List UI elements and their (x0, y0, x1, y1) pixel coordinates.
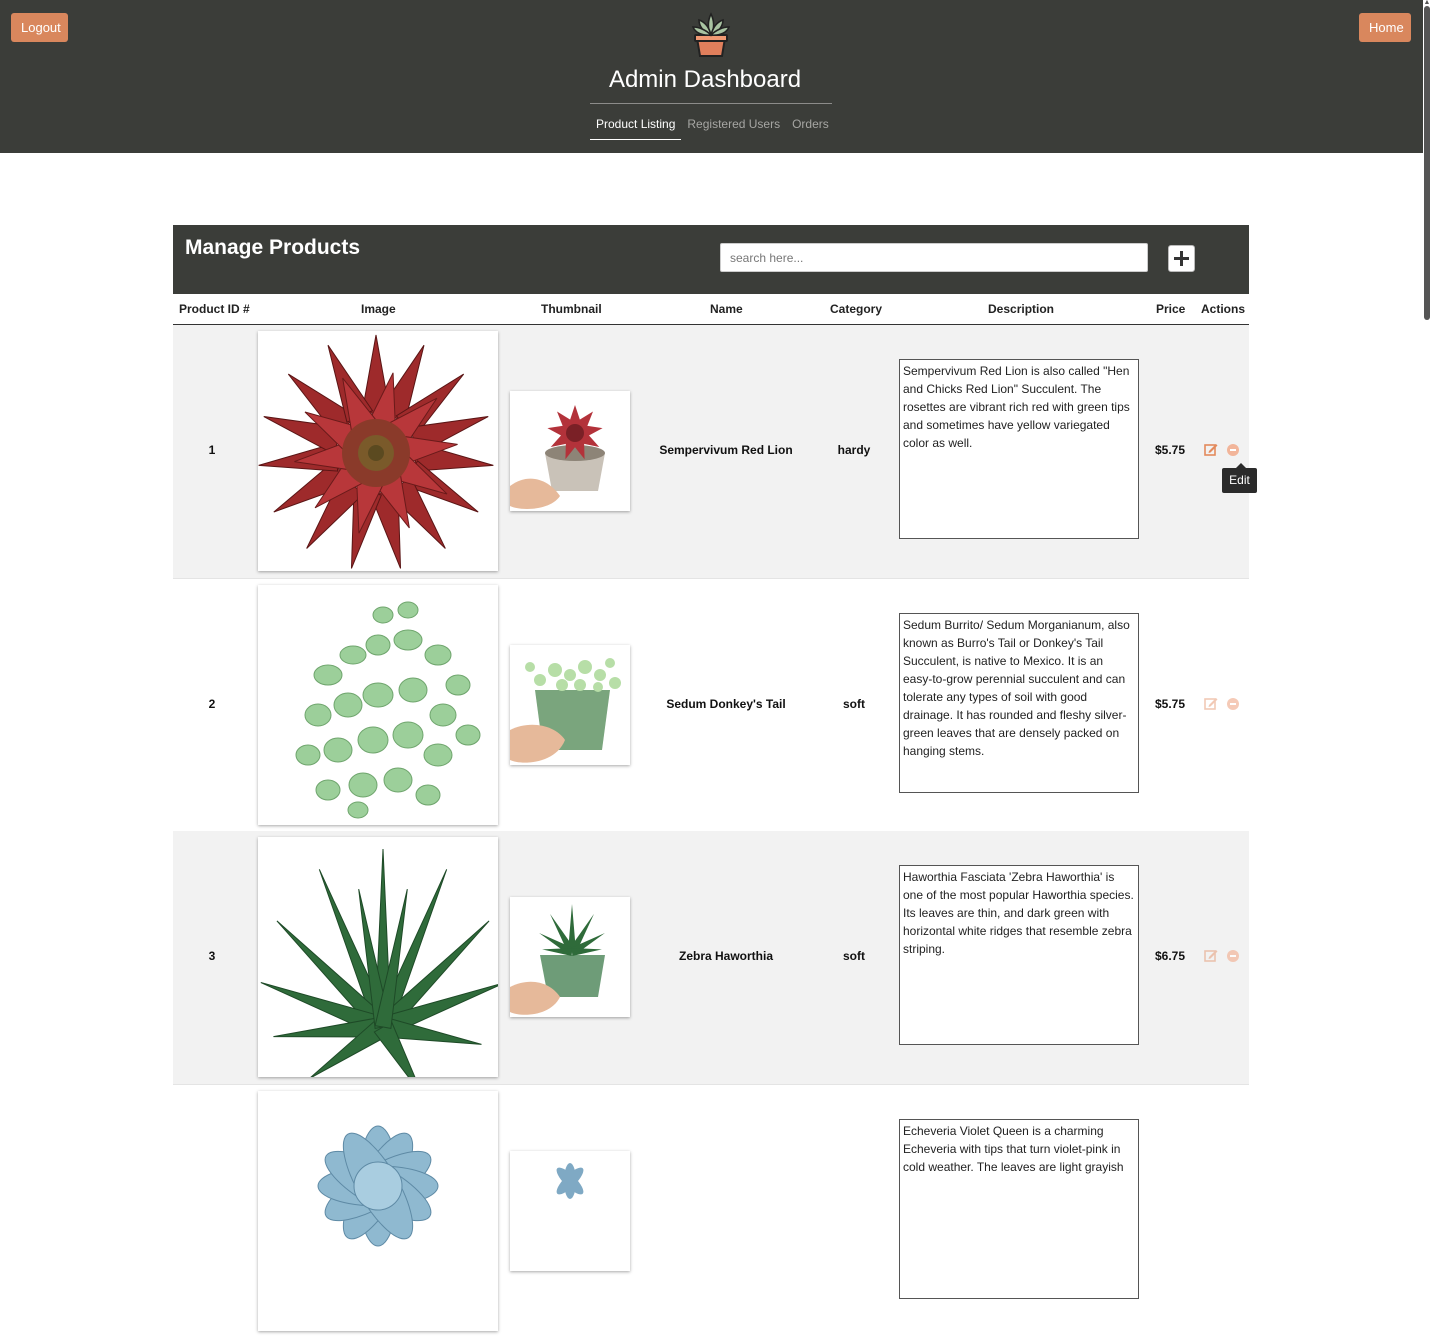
tab-orders[interactable]: Orders (786, 112, 835, 140)
green-sedum-thumbnail (510, 658, 621, 763)
col-header-image[interactable]: Image (361, 294, 396, 324)
tab-product-listing[interactable]: Product Listing (590, 112, 682, 140)
col-header-category[interactable]: Category (830, 294, 882, 324)
logout-button[interactable]: Logout (11, 13, 68, 42)
table-row: 1 Sempervivum Red Lion hardy Sempervivum… (173, 325, 1249, 578)
red-succulent-thumbnail (510, 405, 605, 509)
edit-icon[interactable] (1204, 948, 1218, 962)
manage-products-panel: Manage Products Product ID # Image Thumb… (173, 225, 1249, 1337)
home-button[interactable]: Home (1359, 13, 1411, 42)
admin-nav: Product Listing Registered Users Orders (590, 112, 835, 140)
product-thumbnail[interactable] (510, 645, 630, 765)
product-category: soft (843, 697, 865, 711)
edit-icon[interactable] (1204, 696, 1218, 710)
blue-echeveria-thumbnail (556, 1163, 584, 1199)
table-header: Product ID # Image Thumbnail Name Catego… (173, 294, 1249, 325)
product-thumbnail[interactable] (510, 1151, 630, 1271)
product-description-field[interactable]: Sedum Burrito/ Sedum Morganianum, also k… (899, 613, 1139, 793)
table-row: 2 Sedum Donkey's Tail soft Sedum Burrito… (173, 578, 1249, 831)
edit-icon[interactable] (1204, 442, 1218, 456)
green-sedum-photo (295, 601, 481, 819)
product-id: 2 (208, 697, 216, 711)
product-image[interactable] (258, 1091, 498, 1331)
search-input[interactable] (720, 243, 1148, 272)
col-header-price[interactable]: Price (1156, 294, 1185, 324)
col-header-name[interactable]: Name (710, 294, 743, 324)
product-name: Sedum Donkey's Tail (666, 697, 786, 711)
scrollbar-thumb[interactable] (1424, 6, 1430, 320)
tab-registered-users[interactable]: Registered Users (681, 112, 786, 140)
col-header-actions: Actions (1201, 302, 1246, 316)
delete-icon[interactable] (1227, 698, 1239, 710)
product-image[interactable] (258, 837, 498, 1077)
table-row: 3 Zebra Haworthia soft Haworthia Fasciat… (173, 831, 1249, 1084)
product-price: $5.75 (1154, 443, 1186, 457)
product-name: Zebra Haworthia (678, 949, 774, 963)
product-image[interactable] (258, 331, 498, 571)
product-id: 1 (208, 443, 216, 457)
add-product-button[interactable] (1168, 245, 1195, 272)
succulent-pot-icon (691, 12, 731, 57)
col-header-description[interactable]: Description (988, 294, 1054, 324)
red-succulent-photo (258, 334, 494, 569)
product-description-field[interactable]: Haworthia Fasciata 'Zebra Haworthia' is … (899, 865, 1139, 1045)
product-name: Sempervivum Red Lion (659, 443, 793, 457)
col-header-product-id[interactable]: Product ID # (179, 294, 250, 324)
product-description-field[interactable]: Sempervivum Red Lion is also called "Hen… (899, 359, 1139, 539)
panel-title: Manage Products (185, 236, 361, 259)
haworthia-thumbnail (510, 904, 605, 1015)
edit-tooltip: Edit (1222, 463, 1257, 493)
product-thumbnail[interactable] (510, 391, 630, 511)
product-category: hardy (837, 443, 871, 457)
product-price: $6.75 (1154, 949, 1186, 963)
product-price: $5.75 (1154, 697, 1186, 711)
plus-icon (1174, 251, 1189, 266)
col-header-thumbnail[interactable]: Thumbnail (541, 294, 602, 324)
panel-header: Manage Products (173, 225, 1249, 294)
product-image[interactable] (258, 585, 498, 825)
page-title: Admin Dashboard (608, 66, 802, 93)
top-header: Logout Admin Dashboard Product Listing R… (0, 0, 1423, 153)
product-category: soft (843, 949, 865, 963)
haworthia-photo (260, 848, 498, 1077)
product-id: 3 (208, 949, 216, 963)
blue-echeveria-photo (317, 1125, 439, 1247)
product-thumbnail[interactable] (510, 897, 630, 1017)
table-row: Echeveria Violet Queen is a charming Ech… (173, 1084, 1249, 1337)
delete-icon[interactable] (1227, 950, 1239, 962)
scroll-up-arrow-icon[interactable]: ▲ (1423, 0, 1431, 6)
title-divider (590, 103, 832, 104)
product-description-field[interactable]: Echeveria Violet Queen is a charming Ech… (899, 1119, 1139, 1299)
delete-icon[interactable] (1227, 444, 1239, 456)
